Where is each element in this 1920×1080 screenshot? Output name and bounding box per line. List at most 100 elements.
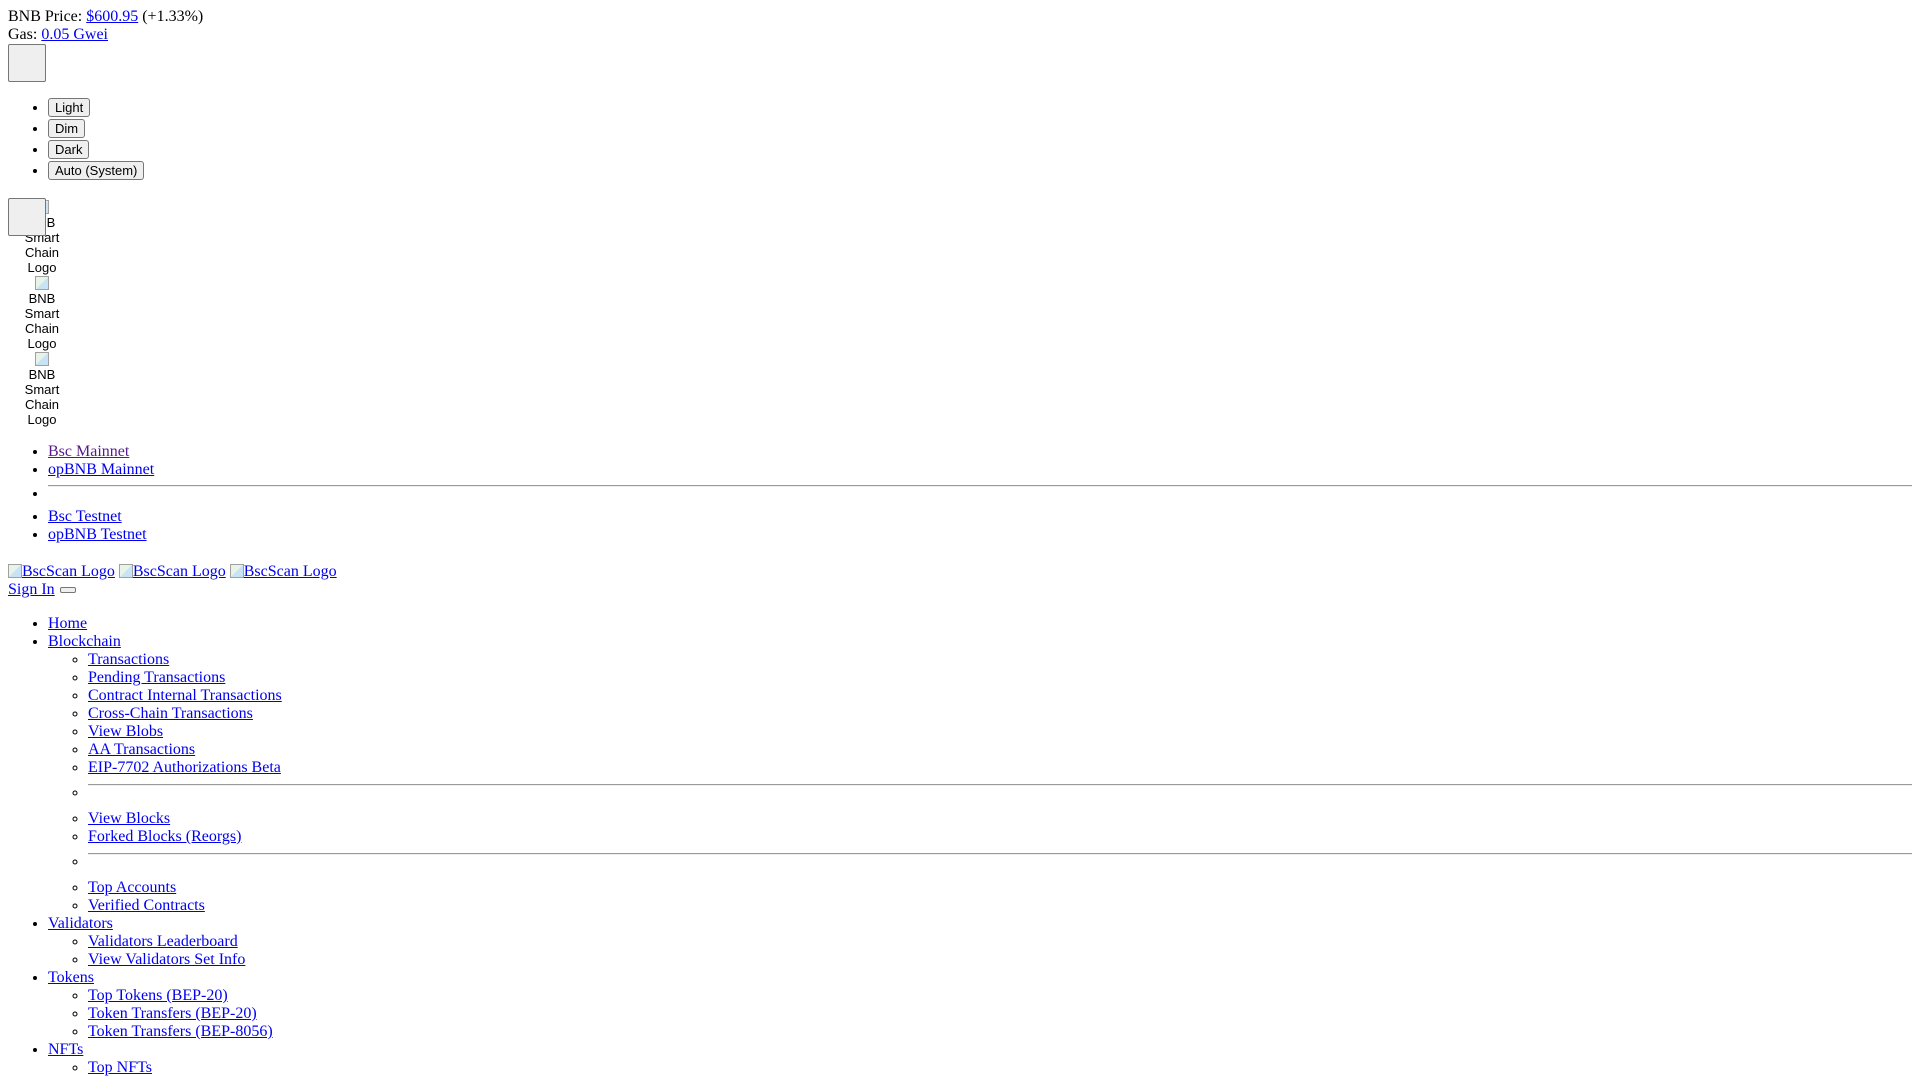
network-bsc-testnet-link[interactable]: Bsc Testnet xyxy=(48,508,122,525)
brand-logos: BscScan Logo BscScan Logo BscScan Logo xyxy=(8,563,1912,581)
nav-blockchain-link[interactable]: Blockchain xyxy=(48,633,121,650)
broken-image-icon xyxy=(8,564,22,578)
submenu-item: View Blobs xyxy=(88,723,1912,741)
transactions-link[interactable]: Transactions xyxy=(88,651,169,668)
chain-logo: BNB Smart Chain Logo xyxy=(16,352,68,427)
submenu-item: View Blocks xyxy=(88,810,1912,828)
nav-item-blockchain: Blockchain Transactions Pending Transact… xyxy=(48,633,1912,915)
chain-logo-alt: BNB Smart Chain Logo xyxy=(24,367,60,427)
theme-dim-button[interactable]: Dim xyxy=(48,119,86,138)
gas-price-link[interactable]: 0.05 Gwei xyxy=(41,26,108,43)
broken-image-icon xyxy=(35,276,49,290)
submenu-item: Transactions xyxy=(88,651,1912,669)
network-bsc-mainnet-link[interactable]: Bsc Mainnet xyxy=(48,443,129,460)
chain-switcher-button[interactable] xyxy=(8,198,46,236)
cross-chain-transactions-link[interactable]: Cross-Chain Transactions xyxy=(88,705,253,722)
forked-blocks-link[interactable]: Forked Blocks (Reorgs) xyxy=(88,828,241,845)
nav-item-tokens: Tokens Top Tokens (BEP-20) Token Transfe… xyxy=(48,969,1912,1041)
theme-option-item: Dark xyxy=(48,140,1912,161)
network-item: Bsc Testnet xyxy=(48,508,1912,526)
bscscan-logo-link[interactable]: BscScan Logo xyxy=(8,563,115,580)
network-opbnb-testnet-link[interactable]: opBNB Testnet xyxy=(48,526,147,543)
signin-row: Sign In xyxy=(8,581,1912,599)
bnb-price-link[interactable]: $600.95 xyxy=(86,8,138,25)
submenu-divider xyxy=(88,853,1912,879)
blockchain-submenu: Transactions Pending Transactions Contra… xyxy=(48,651,1912,915)
nav-item-nfts: NFTs Top NFTs xyxy=(48,1041,1912,1077)
nav-validators-link[interactable]: Validators xyxy=(48,915,113,932)
nav-home-link[interactable]: Home xyxy=(48,615,87,632)
submenu-item: Validators Leaderboard xyxy=(88,933,1912,951)
network-item: opBNB Testnet xyxy=(48,526,1912,544)
validators-leaderboard-link[interactable]: Validators Leaderboard xyxy=(88,933,238,950)
divider xyxy=(88,784,1912,786)
broken-image-icon xyxy=(229,564,244,578)
divider xyxy=(88,853,1912,855)
submenu-item: Forked Blocks (Reorgs) xyxy=(88,828,1912,846)
submenu-divider xyxy=(88,784,1912,810)
bscscan-logo-alt: BscScan Logo xyxy=(22,563,115,580)
submenu-item: View Validators Set Info xyxy=(88,951,1912,969)
network-divider xyxy=(48,485,1912,508)
verified-contracts-link[interactable]: Verified Contracts xyxy=(88,897,205,914)
submenu-item: Token Transfers (BEP-8056) xyxy=(88,1023,1912,1041)
broken-image-icon xyxy=(118,564,133,578)
nav-item-validators: Validators Validators Leaderboard View V… xyxy=(48,915,1912,969)
validators-submenu: Validators Leaderboard View Validators S… xyxy=(48,933,1912,969)
view-blobs-link[interactable]: View Blobs xyxy=(88,723,163,740)
network-menu: Bsc Mainnet opBNB Mainnet Bsc Testnet op… xyxy=(8,443,1912,544)
view-blocks-link[interactable]: View Blocks xyxy=(88,810,170,827)
submenu-item: EIP-7702 Authorizations Beta xyxy=(88,759,1912,777)
pending-transactions-link[interactable]: Pending Transactions xyxy=(88,669,225,686)
submenu-item: AA Transactions xyxy=(88,741,1912,759)
nav-tokens-link[interactable]: Tokens xyxy=(48,969,94,986)
chain-logo-alt: BNB Smart Chain Logo xyxy=(24,291,60,351)
bscscan-logo-alt: BscScan Logo xyxy=(243,563,337,580)
bscscan-logo-link[interactable]: BscScan Logo xyxy=(229,563,337,580)
nfts-submenu: Top NFTs xyxy=(48,1059,1912,1077)
gas-label: Gas: xyxy=(8,26,38,43)
bscscan-logo-alt: BscScan Logo xyxy=(132,563,226,580)
submenu-item: Contract Internal Transactions xyxy=(88,687,1912,705)
network-item: opBNB Mainnet xyxy=(48,461,1912,479)
price-label: BNB Price: xyxy=(8,8,83,25)
internal-transactions-link[interactable]: Contract Internal Transactions xyxy=(88,687,282,704)
nav-toggle-button[interactable] xyxy=(59,587,76,594)
top-accounts-link[interactable]: Top Accounts xyxy=(88,879,176,896)
tokens-submenu: Top Tokens (BEP-20) Token Transfers (BEP… xyxy=(48,987,1912,1041)
token-transfers-bep20-link[interactable]: Token Transfers (BEP-20) xyxy=(88,1005,257,1022)
theme-auto-button[interactable]: Auto (System) xyxy=(48,161,145,180)
nav-nfts-link[interactable]: NFTs xyxy=(48,1041,83,1058)
page: BNB Price: $600.95 (+1.33%) Gas: 0.05 Gw… xyxy=(0,0,1920,1080)
submenu-item: Top Tokens (BEP-20) xyxy=(88,987,1912,1005)
main-nav: Home Blockchain Transactions Pending Tra… xyxy=(8,615,1912,1077)
theme-option-item: Light xyxy=(48,98,1912,119)
price-row: BNB Price: $600.95 (+1.33%) xyxy=(8,8,1912,26)
submenu-item: Pending Transactions xyxy=(88,669,1912,687)
submenu-item: Top NFTs xyxy=(88,1059,1912,1077)
theme-dark-button[interactable]: Dark xyxy=(48,140,90,159)
sign-in-link[interactable]: Sign In xyxy=(8,581,55,598)
network-opbnb-mainnet-link[interactable]: opBNB Mainnet xyxy=(48,461,154,478)
nav-item-home: Home xyxy=(48,615,1912,633)
top-nfts-link[interactable]: Top NFTs xyxy=(88,1059,152,1076)
bscscan-logo-link[interactable]: BscScan Logo xyxy=(118,563,226,580)
theme-toggle-button[interactable] xyxy=(8,44,46,82)
theme-option-item: Dim xyxy=(48,119,1912,140)
top-tokens-link[interactable]: Top Tokens (BEP-20) xyxy=(88,987,228,1004)
submenu-item: Cross-Chain Transactions xyxy=(88,705,1912,723)
theme-menu: Light Dim Dark Auto (System) xyxy=(8,98,1912,182)
divider xyxy=(48,485,1912,487)
token-transfers-bep8056-link[interactable]: Token Transfers (BEP-8056) xyxy=(88,1023,273,1040)
gas-row: Gas: 0.05 Gwei xyxy=(8,26,1912,44)
price-change: (+1.33%) xyxy=(142,8,204,25)
aa-transactions-link[interactable]: AA Transactions xyxy=(88,741,195,758)
broken-image-icon xyxy=(35,352,49,366)
validators-set-info-link[interactable]: View Validators Set Info xyxy=(88,951,245,968)
submenu-item: Token Transfers (BEP-20) xyxy=(88,1005,1912,1023)
submenu-item: Top Accounts xyxy=(88,879,1912,897)
eip7702-authorizations-link[interactable]: EIP-7702 Authorizations Beta xyxy=(88,759,281,776)
theme-option-item: Auto (System) xyxy=(48,161,1912,182)
theme-light-button[interactable]: Light xyxy=(48,98,91,117)
chain-logo: BNB Smart Chain Logo xyxy=(16,276,68,351)
